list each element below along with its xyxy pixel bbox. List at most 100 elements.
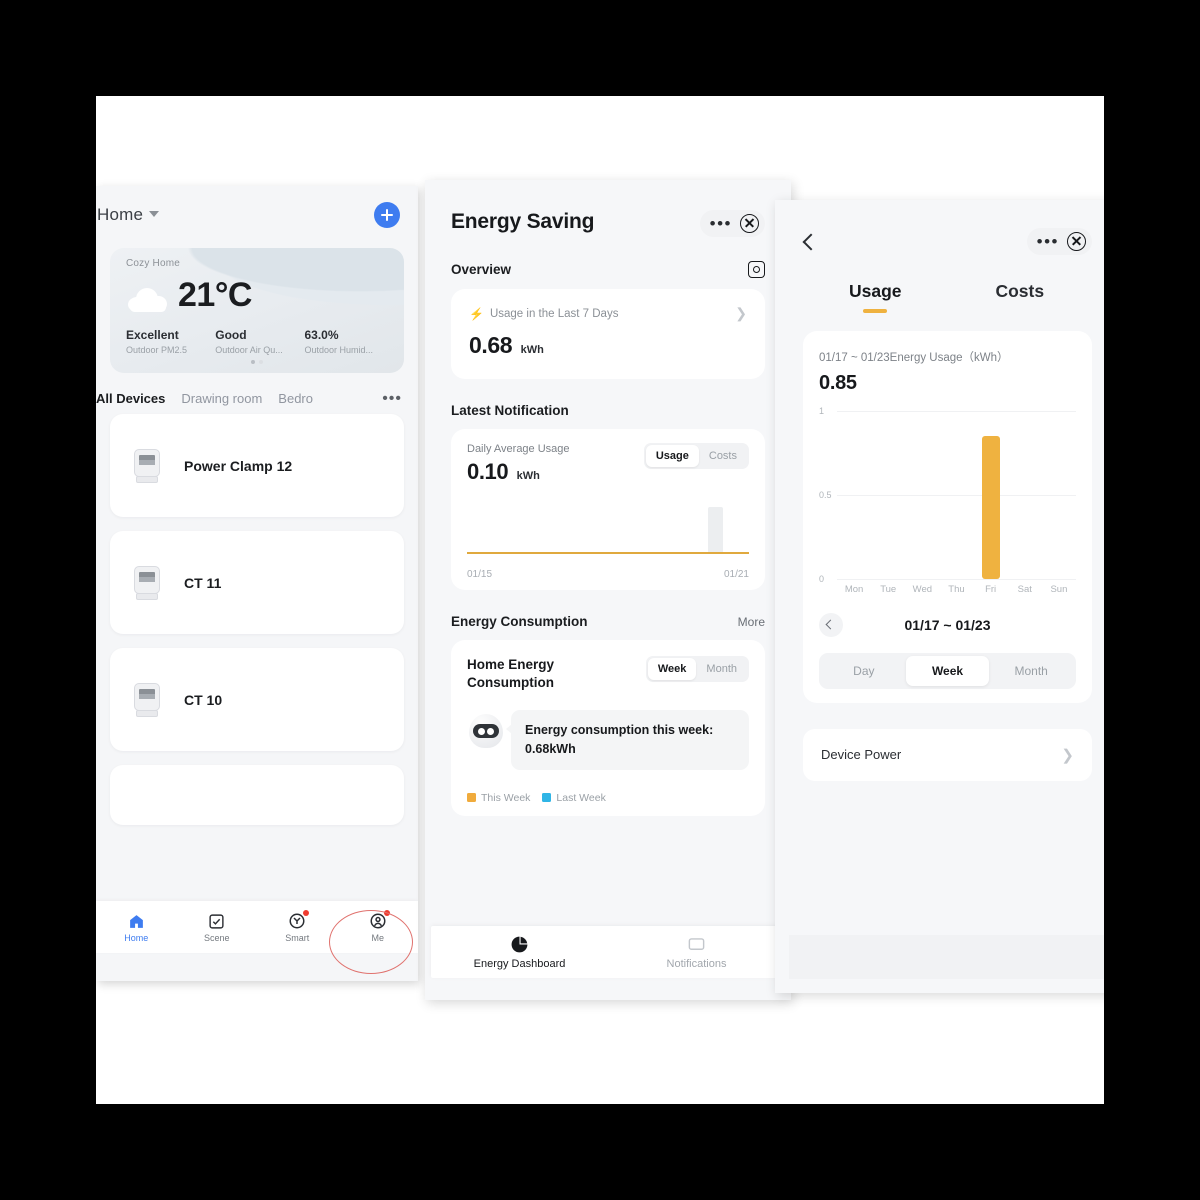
header-actions: ••• [1026, 228, 1092, 255]
footer-spacer [789, 935, 1104, 979]
room-tab-drawing-room[interactable]: Drawing room [181, 391, 262, 406]
home-energy-consumption-card: Home Energy Consumption Week Month Energ… [451, 640, 765, 816]
chart-bar-column [905, 411, 939, 579]
power-meter-icon [132, 448, 162, 483]
axis-start-label: 01/15 [467, 569, 493, 580]
usage-header: ••• [802, 200, 1092, 255]
home-selector[interactable]: Home [97, 205, 160, 225]
legend-swatch [542, 792, 552, 802]
chart-bar-column [837, 411, 871, 579]
x-tick-label: Wed [912, 583, 933, 595]
carousel-dots[interactable] [110, 351, 404, 369]
temperature-value: 21°C [178, 276, 252, 314]
close-circle-icon[interactable] [740, 214, 759, 233]
device-list: Power Clamp 12 CT 11 CT 10 [96, 414, 418, 825]
power-meter-icon [132, 565, 162, 600]
home-header: Home [96, 186, 418, 244]
page-title: Energy Saving [451, 210, 595, 233]
device-name: CT 11 [184, 574, 222, 591]
energy-saving-header: Energy Saving ••• [451, 180, 765, 237]
assistant-message: Energy consumption this week: 0.68kWh [506, 710, 749, 770]
chart-bar [981, 435, 1000, 579]
range-selector: Day Week Month [819, 652, 1076, 689]
usage-value: 0.68 [469, 332, 513, 358]
cloud-icon [128, 288, 168, 312]
card-label: Daily Average Usage [467, 443, 570, 455]
range-option-week[interactable]: Week [905, 655, 990, 686]
tab-week[interactable]: Week [647, 658, 697, 680]
usage-last-7-days-card[interactable]: ⚡ Usage in the Last 7 Days ❯ 0.68 kWh [451, 289, 765, 379]
range-option-month[interactable]: Month [989, 656, 1073, 686]
x-tick-label: Sun [1050, 583, 1068, 595]
card-label-row: ⚡ Usage in the Last 7 Days ❯ [469, 305, 747, 322]
weather-card[interactable]: Cozy Home 21°C Excellent Outdoor PM2.5 G… [110, 248, 404, 373]
nav-item-smart[interactable]: Smart [257, 910, 338, 943]
home-title-label: Home [97, 205, 144, 224]
checkbox-icon [177, 911, 258, 931]
plus-icon[interactable] [374, 202, 400, 228]
prev-period-button[interactable] [819, 612, 843, 637]
tab-costs[interactable]: Costs [699, 445, 747, 467]
nav-item-notifications[interactable]: Notifications [608, 935, 785, 970]
x-tick-label: Tue [880, 583, 897, 595]
chart-baseline [467, 552, 749, 554]
screenshot-canvas: Home Cozy Home 21°C Excellent Outdoor PM… [96, 96, 1104, 1104]
more-link[interactable]: More [738, 615, 765, 629]
weekly-usage-bar-chart: 1 0.5 0 Mon Tue Wed Thu Fri Sat Sun [819, 406, 1076, 595]
tab-label: Usage [848, 281, 902, 301]
nav-label: Notifications [666, 957, 727, 970]
active-tab-underline [863, 309, 888, 313]
phone-screen-home: Home Cozy Home 21°C Excellent Outdoor PM… [96, 186, 418, 981]
device-power-row[interactable]: Device Power ❯ [803, 728, 1092, 781]
device-name: Power Clamp 12 [184, 457, 293, 474]
overview-section-header: Overview [451, 261, 765, 278]
status-badge [303, 910, 310, 916]
list-item[interactable]: CT 10 [110, 648, 404, 751]
chart-bar-column [974, 411, 1008, 579]
tab-label: Costs [995, 281, 1045, 301]
y-tick-label: 0.5 [819, 489, 832, 500]
chart-bars [837, 411, 1076, 579]
room-tab-bedroom[interactable]: Bedro [278, 391, 326, 406]
chart-bar-column [1008, 411, 1042, 579]
row-label: Device Power [821, 747, 902, 762]
nav-label: Energy Dashboard [473, 957, 566, 970]
ellipsis-icon[interactable]: ••• [1033, 233, 1063, 250]
range-option-day[interactable]: Day [822, 656, 906, 686]
chevron-right-icon: ❯ [735, 305, 747, 321]
device-name: CT 10 [184, 691, 223, 708]
ellipsis-icon[interactable]: ••• [382, 390, 402, 406]
section-title: Latest Notification [451, 403, 569, 418]
chart-bar-column [939, 411, 973, 579]
chevron-left-icon[interactable] [802, 233, 820, 250]
y-tick-label: 0 [819, 573, 825, 584]
nav-item-scene[interactable]: Scene [177, 911, 258, 943]
chart-total-value: 0.85 [819, 371, 857, 394]
tab-usage[interactable]: Usage [803, 281, 948, 313]
header-actions: ••• [699, 210, 765, 237]
list-item[interactable] [110, 765, 404, 825]
sidebar-item-all-devices[interactable]: All Devices [96, 391, 165, 406]
message-icon [608, 935, 785, 955]
nav-item-home[interactable]: Home [96, 911, 177, 943]
section-title: Energy Consumption [451, 614, 588, 629]
tab-costs[interactable]: Costs [948, 281, 1093, 313]
nav-item-energy-dashboard[interactable]: Energy Dashboard [431, 935, 608, 970]
x-tick-label: Thu [948, 583, 965, 595]
tab-usage[interactable]: Usage [645, 445, 699, 467]
gear-icon[interactable] [748, 261, 765, 278]
chart-x-labels: Mon Tue Wed Thu Fri Sat Sun [837, 584, 1076, 595]
tab-month[interactable]: Month [696, 658, 747, 680]
daily-average-usage-card[interactable]: Daily Average Usage 0.10 kWh Usage Costs [451, 429, 765, 590]
power-meter-icon [132, 682, 162, 717]
x-tick-label: Mon [844, 583, 864, 595]
average-value: 0.10 [467, 459, 509, 484]
usage-unit: kWh [520, 344, 544, 356]
phone-screen-energy-saving: Energy Saving ••• Overview ⚡ Usage in th… [425, 180, 791, 1000]
ellipsis-icon[interactable]: ••• [706, 215, 736, 232]
list-item[interactable]: CT 11 [110, 531, 404, 634]
list-item[interactable]: Power Clamp 12 [110, 414, 404, 517]
nav-label: Scene [203, 933, 230, 943]
energy-usage-chart-card: 01/17 ~ 01/23Energy Usage（kWh） 0.85 1 0.… [803, 330, 1092, 703]
close-circle-icon[interactable] [1067, 232, 1086, 251]
